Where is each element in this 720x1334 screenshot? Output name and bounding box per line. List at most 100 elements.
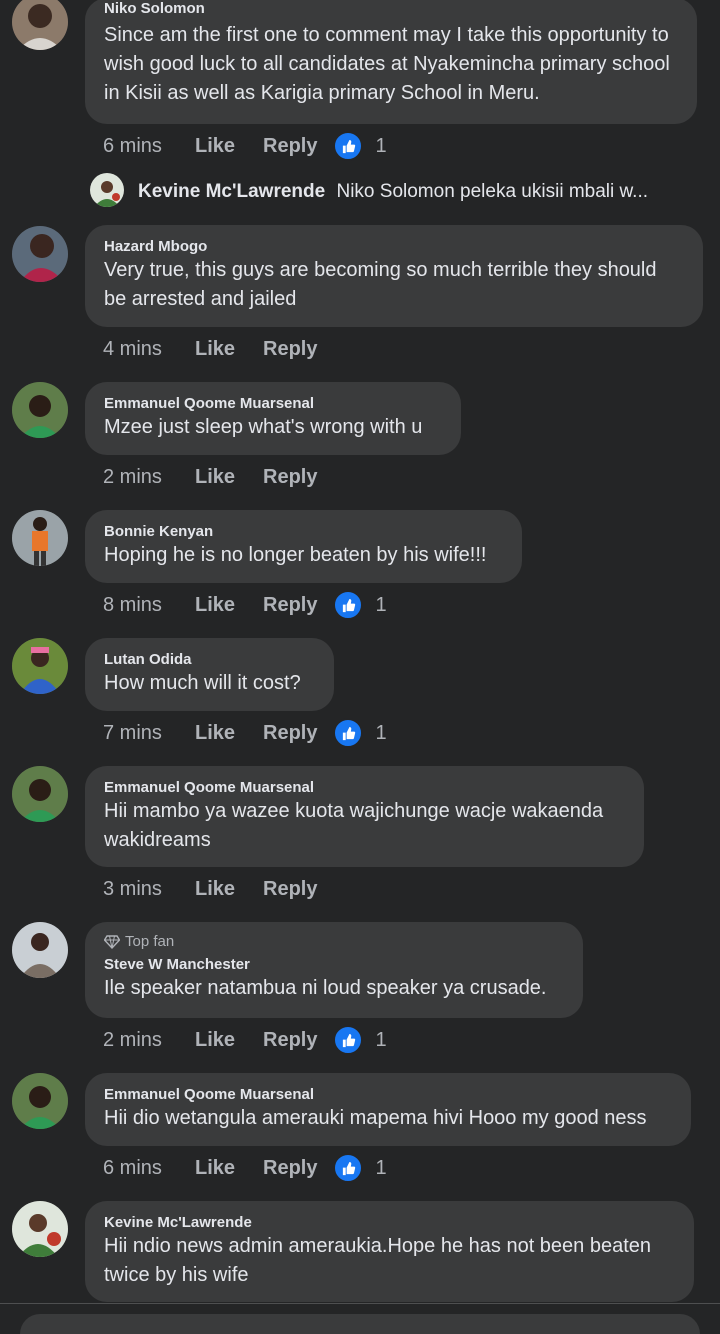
thumbs-up-icon bbox=[333, 718, 364, 748]
comment-bubble: Emmanuel Qoome Muarsenal Mzee just sleep… bbox=[85, 382, 461, 455]
comment-author[interactable]: Steve W Manchester bbox=[104, 955, 564, 974]
avatar[interactable] bbox=[12, 382, 68, 438]
comment-author[interactable]: Hazard Mbogo bbox=[104, 237, 684, 256]
like-button[interactable]: Like bbox=[195, 338, 263, 361]
comment-text: Hii ndio news admin ameraukia.Hope he ha… bbox=[104, 1235, 652, 1286]
avatar[interactable] bbox=[12, 922, 68, 978]
comment-author[interactable]: Lutan Odida bbox=[104, 650, 315, 669]
reply-button[interactable]: Reply bbox=[263, 722, 317, 745]
comment-text: Since am the first one to comment may I … bbox=[104, 24, 670, 104]
like-button[interactable]: Like bbox=[195, 1157, 263, 1180]
comment-text: How much will it cost? bbox=[104, 672, 301, 694]
comment-bubble: Kevine Mc'Lawrende Hii ndio news admin a… bbox=[85, 1201, 694, 1302]
reply-button[interactable]: Reply bbox=[263, 1029, 317, 1052]
reaction-count: 1 bbox=[375, 134, 387, 157]
comment-time[interactable]: 7 mins bbox=[103, 722, 195, 745]
comment-actions: 8 mins Like Reply 1 bbox=[103, 590, 387, 620]
comment-author[interactable]: Bonnie Kenyan bbox=[104, 522, 503, 541]
comment-time[interactable]: 2 mins bbox=[103, 1029, 195, 1052]
reply-preview[interactable]: Kevine Mc'Lawrende Niko Solomon peleka u… bbox=[138, 178, 698, 206]
comment-actions: 2 mins Like Reply 1 bbox=[103, 1025, 387, 1055]
top-fan-badge[interactable]: Top fan bbox=[104, 932, 564, 951]
reply-button[interactable]: Reply bbox=[263, 1157, 317, 1180]
profile-photo-icon bbox=[12, 766, 68, 822]
thumbs-up-icon bbox=[333, 131, 364, 161]
comment-actions: 3 mins Like Reply bbox=[103, 874, 317, 904]
profile-photo-icon bbox=[12, 922, 68, 978]
reply-button[interactable]: Reply bbox=[263, 338, 317, 361]
comment-actions: 6 mins Like Reply 1 bbox=[103, 131, 387, 161]
thumbs-up-icon bbox=[333, 590, 364, 620]
like-button[interactable]: Like bbox=[195, 878, 263, 901]
reply-avatar[interactable] bbox=[90, 173, 124, 207]
reaction-summary[interactable]: 1 bbox=[333, 131, 387, 161]
comment-time[interactable]: 6 mins bbox=[103, 1157, 195, 1180]
like-button[interactable]: Like bbox=[195, 1029, 263, 1052]
reply-button[interactable]: Reply bbox=[263, 135, 317, 158]
reaction-summary[interactable]: 1 bbox=[333, 718, 387, 748]
comment-bubble: Lutan Odida How much will it cost? bbox=[85, 638, 334, 711]
comment-text: Hoping he is no longer beaten by his wif… bbox=[104, 544, 487, 566]
reply-button[interactable]: Reply bbox=[263, 466, 317, 489]
avatar[interactable] bbox=[12, 766, 68, 822]
profile-photo-icon bbox=[12, 0, 68, 50]
comment-time[interactable]: 6 mins bbox=[103, 135, 195, 158]
comment-actions: 6 mins Like Reply 1 bbox=[103, 1153, 387, 1183]
profile-photo-icon bbox=[90, 173, 124, 207]
avatar[interactable] bbox=[12, 1201, 68, 1257]
reaction-count: 1 bbox=[375, 721, 387, 744]
comment-actions: 4 mins Like Reply bbox=[103, 334, 317, 364]
comment-text: Hii mambo ya wazee kuota wajichunge wacj… bbox=[104, 800, 604, 851]
comment-time[interactable]: 8 mins bbox=[103, 594, 195, 617]
reaction-count: 1 bbox=[375, 1028, 387, 1051]
comment-bubble: Hazard Mbogo Very true, this guys are be… bbox=[85, 225, 703, 327]
profile-photo-icon bbox=[12, 226, 68, 282]
comment-bubble: Bonnie Kenyan Hoping he is no longer bea… bbox=[85, 510, 522, 583]
comment-author[interactable]: Niko Solomon bbox=[104, 0, 678, 18]
comment-composer[interactable] bbox=[20, 1314, 700, 1334]
reply-button[interactable]: Reply bbox=[263, 878, 317, 901]
reaction-count: 1 bbox=[375, 593, 387, 616]
comment-bubble: Niko Solomon Since am the first one to c… bbox=[85, 0, 697, 124]
comment-bubble: Top fan Steve W Manchester Ile speaker n… bbox=[85, 922, 583, 1018]
comment-bubble: Emmanuel Qoome Muarsenal Hii dio wetangu… bbox=[85, 1073, 691, 1146]
like-button[interactable]: Like bbox=[195, 466, 263, 489]
comment-bubble: Emmanuel Qoome Muarsenal Hii mambo ya wa… bbox=[85, 766, 644, 867]
comment-author[interactable]: Kevine Mc'Lawrende bbox=[104, 1213, 675, 1232]
avatar[interactable] bbox=[12, 226, 68, 282]
like-button[interactable]: Like bbox=[195, 722, 263, 745]
reply-button[interactable]: Reply bbox=[263, 594, 317, 617]
comment-author[interactable]: Emmanuel Qoome Muarsenal bbox=[104, 778, 625, 797]
thumbs-up-icon bbox=[333, 1025, 364, 1055]
reply-author[interactable]: Kevine Mc'Lawrende bbox=[138, 181, 325, 202]
comment-text: Very true, this guys are becoming so muc… bbox=[104, 259, 657, 310]
avatar[interactable] bbox=[12, 1073, 68, 1129]
reaction-summary[interactable]: 1 bbox=[333, 590, 387, 620]
reply-text: Niko Solomon peleka ukisii mbali w... bbox=[336, 181, 649, 202]
avatar[interactable] bbox=[12, 638, 68, 694]
comment-author[interactable]: Emmanuel Qoome Muarsenal bbox=[104, 394, 442, 413]
diamond-icon bbox=[104, 934, 120, 949]
profile-photo-icon bbox=[12, 510, 68, 566]
comment-text: Mzee just sleep what's wrong with u bbox=[104, 416, 423, 438]
comment-time[interactable]: 4 mins bbox=[103, 338, 195, 361]
profile-photo-icon bbox=[12, 382, 68, 438]
thumbs-up-icon bbox=[333, 1153, 364, 1183]
bottom-divider bbox=[0, 1303, 720, 1304]
avatar[interactable] bbox=[12, 510, 68, 566]
comment-text: Hii dio wetangula amerauki mapema hivi H… bbox=[104, 1107, 647, 1129]
comment-time[interactable]: 2 mins bbox=[103, 466, 195, 489]
comment-actions: 7 mins Like Reply 1 bbox=[103, 718, 387, 748]
reaction-summary[interactable]: 1 bbox=[333, 1025, 387, 1055]
like-button[interactable]: Like bbox=[195, 594, 263, 617]
comment-actions: 2 mins Like Reply bbox=[103, 462, 317, 492]
top-fan-label: Top fan bbox=[125, 933, 175, 950]
comment-author[interactable]: Emmanuel Qoome Muarsenal bbox=[104, 1085, 672, 1104]
reaction-count: 1 bbox=[375, 1156, 387, 1179]
avatar[interactable] bbox=[12, 0, 68, 50]
comment-time[interactable]: 3 mins bbox=[103, 878, 195, 901]
profile-photo-icon bbox=[12, 638, 68, 694]
like-button[interactable]: Like bbox=[195, 135, 263, 158]
comment-text: Ile speaker natambua ni loud speaker ya … bbox=[104, 977, 547, 999]
reaction-summary[interactable]: 1 bbox=[333, 1153, 387, 1183]
